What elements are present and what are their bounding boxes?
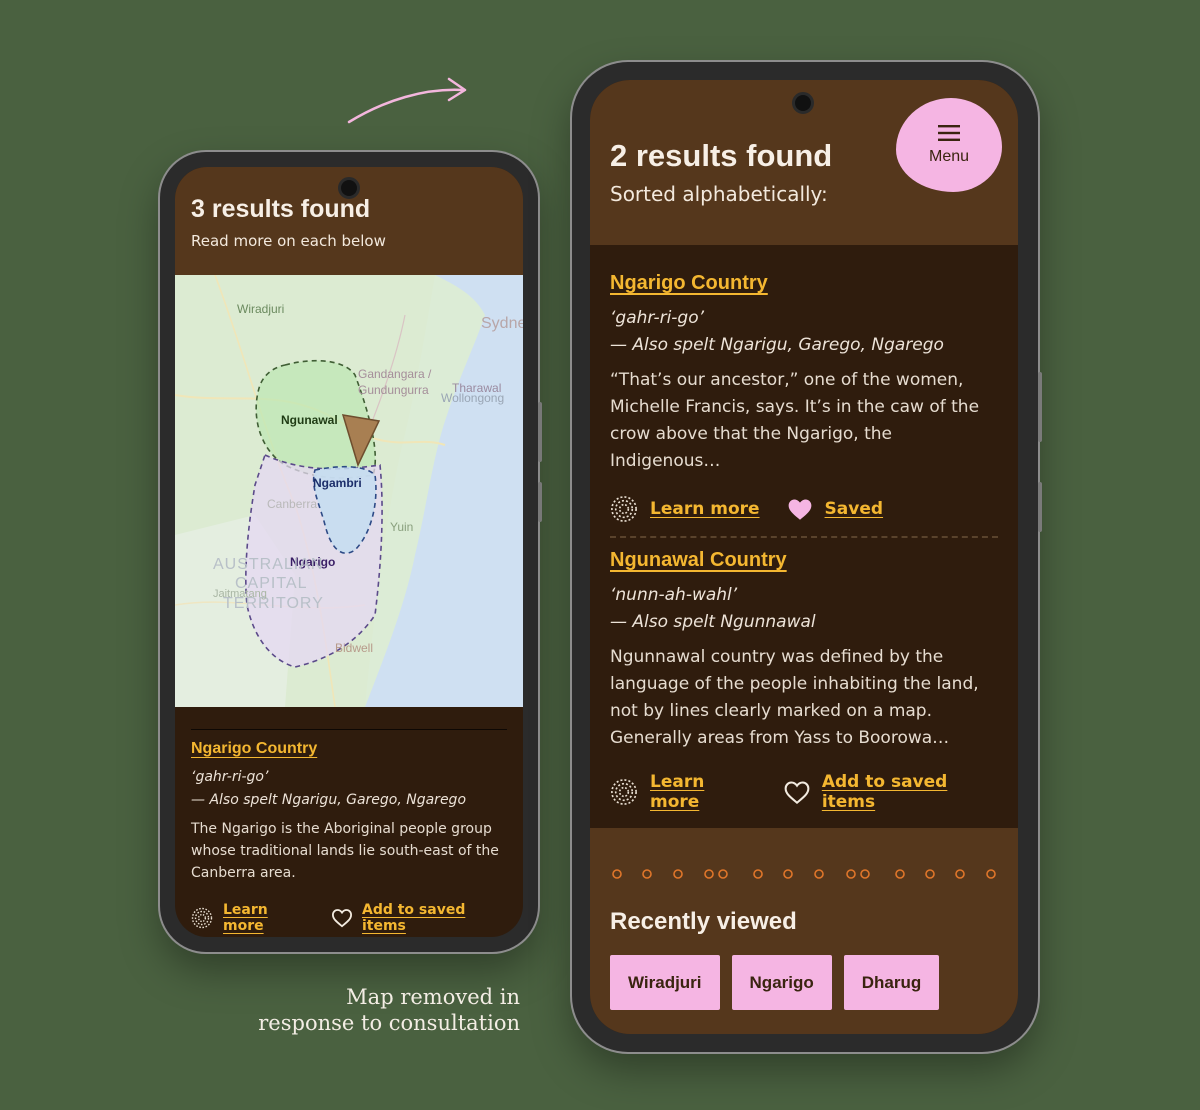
map-label: Wiradjuri: [237, 302, 284, 316]
dot-circle-icon: [191, 907, 213, 929]
hamburger-icon: [938, 124, 960, 145]
learn-more-link[interactable]: Learn more: [650, 499, 760, 519]
pronunciation: ‘nunn-ah-wahl’: [610, 585, 738, 605]
map-label: Jaitmatang: [213, 588, 267, 600]
side-button: [1038, 372, 1042, 442]
caption-line: Map removed in: [346, 985, 520, 1009]
country-map[interactable]: Wiradjuri Gandangara / Gundungurra Thara…: [175, 275, 523, 707]
chip-ngarigo[interactable]: Ngarigo: [731, 955, 832, 1010]
dot-pattern-icon: [612, 869, 996, 879]
right-screen: 2 results found Sorted alphabetically: M…: [590, 80, 1018, 1034]
left-phone: 3 results found Read more on each below: [160, 152, 542, 952]
result-title-link[interactable]: Ngarigo Country: [610, 272, 1002, 295]
recently-viewed-section: Recently viewed Wiradjuri Ngarigo Dharug: [590, 828, 1018, 1034]
result-title-link[interactable]: Ngarigo Country: [191, 740, 507, 758]
result-description: “That’s our ancestor,” one of the women,…: [610, 370, 980, 471]
camera-icon: [338, 177, 360, 199]
result-actions: Learn more Add to saved items: [191, 902, 507, 934]
menu-button[interactable]: Menu: [896, 98, 1002, 192]
result-actions: Learn more Saved: [610, 495, 1002, 523]
side-button: [1038, 482, 1042, 532]
recently-viewed-title: Recently viewed: [610, 908, 797, 935]
map-canvas: Wiradjuri Gandangara / Gundungurra Thara…: [175, 275, 523, 707]
pronunciation: ‘gahr-ri-go’: [610, 308, 705, 328]
saved-link[interactable]: Saved: [825, 499, 884, 519]
also-spelt: — Also spelt Ngarigu, Garego, Ngarego: [191, 792, 467, 808]
map-label: Ngambri: [313, 476, 362, 490]
heart-outline-icon[interactable]: [783, 780, 811, 805]
map-label: Gundungurra: [358, 383, 429, 397]
map-label: Yuin: [390, 520, 413, 534]
result-card: Ngarigo Country ‘gahr-ri-go’ — Also spel…: [610, 272, 1002, 523]
results-subtitle: Read more on each below: [191, 232, 386, 250]
pronunciation: ‘gahr-ri-go’: [191, 769, 269, 785]
map-label: Wollongong: [441, 391, 504, 405]
recently-viewed-chips: Wiradjuri Ngarigo Dharug: [610, 955, 940, 1010]
left-screen: 3 results found Read more on each below: [175, 167, 523, 937]
map-label: Sydney: [481, 315, 523, 332]
map-label: Gandangara /: [358, 367, 432, 381]
map-label: Canberra: [267, 497, 317, 511]
result-actions: Learn more Add to saved items: [610, 772, 1002, 812]
result-description: The Ngarigo is the Aboriginal people gro…: [191, 821, 499, 881]
heart-outline-icon[interactable]: [331, 908, 353, 928]
also-spelt: — Also spelt Ngunnawal: [610, 612, 816, 632]
camera-icon: [792, 92, 814, 114]
chip-dharug[interactable]: Dharug: [843, 955, 940, 1010]
annotation-caption: Map removed in response to consultation: [200, 984, 520, 1036]
dot-circle-icon: [610, 495, 638, 523]
side-button: [538, 402, 542, 462]
heart-filled-icon[interactable]: [786, 497, 814, 522]
divider: [610, 536, 998, 538]
result-description: Ngunnawal country was defined by the lan…: [610, 647, 979, 748]
result-card: Ngarigo Country ‘gahr-ri-go’ — Also spel…: [191, 729, 507, 934]
side-button: [538, 482, 542, 522]
map-label: AUSTRALIAN: [213, 556, 323, 573]
right-phone: 2 results found Sorted alphabetically: M…: [572, 62, 1042, 1052]
learn-more-link[interactable]: Learn more: [650, 772, 757, 812]
menu-label: Menu: [928, 147, 970, 165]
also-spelt: — Also spelt Ngarigu, Garego, Ngarego: [610, 335, 944, 355]
add-to-saved-link[interactable]: Add to saved items: [362, 902, 507, 934]
learn-more-link[interactable]: Learn more: [223, 902, 309, 934]
result-card: Ngunawal Country ‘nunn-ah-wahl’ — Also s…: [610, 549, 1002, 812]
results-title: 3 results found: [191, 195, 371, 223]
caption-line: response to consultation: [258, 1011, 520, 1035]
dot-circle-icon: [610, 778, 638, 806]
chip-wiradjuri[interactable]: Wiradjuri: [610, 955, 720, 1010]
map-label: Bidwell: [335, 641, 373, 655]
map-label: Ngunawal: [281, 413, 338, 427]
curved-arrow-icon: [347, 77, 467, 124]
add-to-saved-link[interactable]: Add to saved items: [822, 772, 1002, 812]
result-title-link[interactable]: Ngunawal Country: [610, 549, 1002, 572]
